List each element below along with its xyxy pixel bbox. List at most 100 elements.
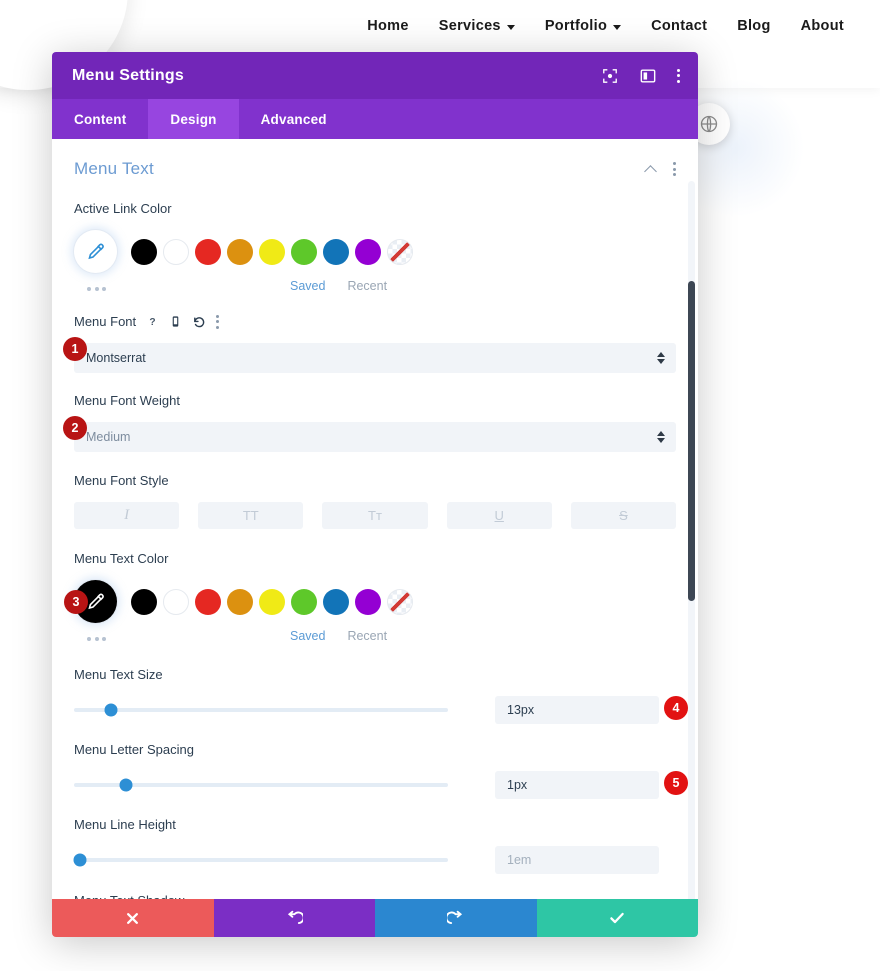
site-navigation: Home Services Portfolio Contact Blog Abo… xyxy=(367,18,844,34)
tab-advanced[interactable]: Advanced xyxy=(239,99,349,139)
swatch-blue[interactable] xyxy=(323,588,349,615)
swatch-list xyxy=(131,588,413,615)
menu-text-size-slider[interactable] xyxy=(74,700,448,720)
menu-line-height-input[interactable]: 1em xyxy=(495,846,659,874)
more-colors-icon[interactable] xyxy=(87,287,106,291)
slider-row: 1px xyxy=(74,771,676,799)
saved-tab[interactable]: Saved xyxy=(290,629,325,643)
chevron-up-icon[interactable] xyxy=(646,164,657,175)
swatch-red[interactable] xyxy=(195,588,221,615)
nav-label: About xyxy=(800,18,844,34)
eyedropper-button[interactable] xyxy=(74,230,117,273)
section-header-menu-text: Menu Text xyxy=(74,159,676,179)
slider-knob[interactable] xyxy=(73,853,87,867)
nav-item-about[interactable]: About xyxy=(801,18,844,34)
nav-item-blog[interactable]: Blog xyxy=(737,18,770,34)
menu-font-weight-select[interactable]: Medium xyxy=(74,422,676,452)
swatch-green[interactable] xyxy=(291,588,317,615)
recent-tab[interactable]: Recent xyxy=(347,279,387,293)
menu-text-size-input[interactable]: 13px xyxy=(495,696,659,724)
more-colors-icon[interactable] xyxy=(87,637,106,641)
label-text: Menu Text Color xyxy=(74,551,169,566)
input-placeholder: 1em xyxy=(507,853,532,867)
tab-design[interactable]: Design xyxy=(148,99,239,139)
swatch-red[interactable] xyxy=(195,238,221,265)
cancel-button[interactable] xyxy=(52,899,214,937)
swatch-orange[interactable] xyxy=(227,588,253,615)
more-options-icon[interactable] xyxy=(677,68,680,83)
save-button[interactable] xyxy=(536,899,698,937)
swatch-orange[interactable] xyxy=(227,238,253,265)
step-badge-1: 1 xyxy=(63,337,87,361)
modal-tabbar: Content Design Advanced xyxy=(52,99,698,139)
menu-letter-spacing-slider[interactable] xyxy=(74,775,448,795)
step-badge-5: 5 xyxy=(664,771,688,795)
tab-label: Content xyxy=(74,111,127,127)
slider-knob[interactable] xyxy=(119,778,133,792)
italic-button[interactable]: I xyxy=(74,502,180,529)
underline-button[interactable]: U xyxy=(446,502,552,529)
capitalize-glyph: Tт xyxy=(368,508,382,523)
input-value: 13px xyxy=(507,703,535,717)
focus-icon[interactable] xyxy=(601,67,619,85)
saved-tab[interactable]: Saved xyxy=(290,279,325,293)
slider-knob[interactable] xyxy=(104,703,118,717)
strikethrough-button[interactable]: S xyxy=(570,502,677,529)
swatch-black[interactable] xyxy=(131,238,157,265)
help-icon[interactable]: ? xyxy=(146,315,159,328)
swatch-blue[interactable] xyxy=(323,238,349,265)
capitalize-button[interactable]: Tт xyxy=(322,502,428,529)
strikethrough-glyph: S xyxy=(619,508,628,523)
swatch-white[interactable] xyxy=(163,588,189,615)
scrollbar-thumb[interactable] xyxy=(688,281,695,601)
swatch-list xyxy=(131,238,413,265)
swatch-transparent[interactable] xyxy=(387,588,413,615)
menu-line-height-slider[interactable] xyxy=(73,850,448,870)
field-menu-letter-spacing: Menu Letter Spacing 1px 5 xyxy=(74,742,688,799)
modal-header-actions xyxy=(601,67,680,85)
step-badge-2: 2 xyxy=(63,416,87,440)
step-badge-4: 4 xyxy=(664,696,688,720)
italic-glyph: I xyxy=(124,507,130,523)
swatch-green[interactable] xyxy=(291,238,317,265)
menu-font-select[interactable]: Montserrat xyxy=(74,343,676,373)
swatch-white[interactable] xyxy=(163,238,189,265)
swatch-purple[interactable] xyxy=(355,588,381,615)
check-icon xyxy=(610,912,624,924)
nav-label: Blog xyxy=(737,18,771,34)
label-text: Menu Font Style xyxy=(74,473,169,488)
swatch-yellow[interactable] xyxy=(259,588,285,615)
slider-track xyxy=(74,858,448,862)
more-options-icon[interactable] xyxy=(216,314,220,329)
swatch-purple[interactable] xyxy=(355,238,381,265)
recent-tab[interactable]: Recent xyxy=(347,629,387,643)
nav-item-portfolio[interactable]: Portfolio xyxy=(545,18,622,34)
tab-content[interactable]: Content xyxy=(52,99,148,139)
color-palette: 3 xyxy=(64,580,676,623)
tab-label: Design xyxy=(170,111,217,127)
split-view-icon[interactable] xyxy=(639,67,657,85)
mobile-icon[interactable] xyxy=(169,315,182,328)
nav-item-contact[interactable]: Contact xyxy=(651,18,707,34)
swatch-yellow[interactable] xyxy=(259,238,285,265)
swatch-black[interactable] xyxy=(131,588,157,615)
field-menu-text-color: Menu Text Color 3 Saved Recent xyxy=(64,551,676,648)
redo-icon xyxy=(447,910,463,924)
swatch-transparent[interactable] xyxy=(387,238,413,265)
more-options-icon[interactable] xyxy=(673,162,676,176)
field-label: Menu Text Size xyxy=(74,667,676,682)
label-text: Menu Line Height xyxy=(74,817,176,832)
redo-button[interactable] xyxy=(375,899,537,937)
modal-title: Menu Settings xyxy=(72,66,184,84)
undo-button[interactable] xyxy=(213,899,375,937)
menu-settings-modal: Menu Settings Content Design Advanced Me… xyxy=(52,52,698,937)
reset-icon[interactable] xyxy=(192,315,206,329)
tab-label: Advanced xyxy=(260,111,327,127)
nav-item-home[interactable]: Home xyxy=(367,18,409,34)
menu-letter-spacing-input[interactable]: 1px xyxy=(495,771,659,799)
field-label: Active Link Color xyxy=(74,201,676,216)
svg-text:?: ? xyxy=(150,317,156,328)
uppercase-button[interactable]: TT xyxy=(198,502,304,529)
nav-item-services[interactable]: Services xyxy=(439,18,515,34)
uppercase-glyph: TT xyxy=(242,508,259,523)
